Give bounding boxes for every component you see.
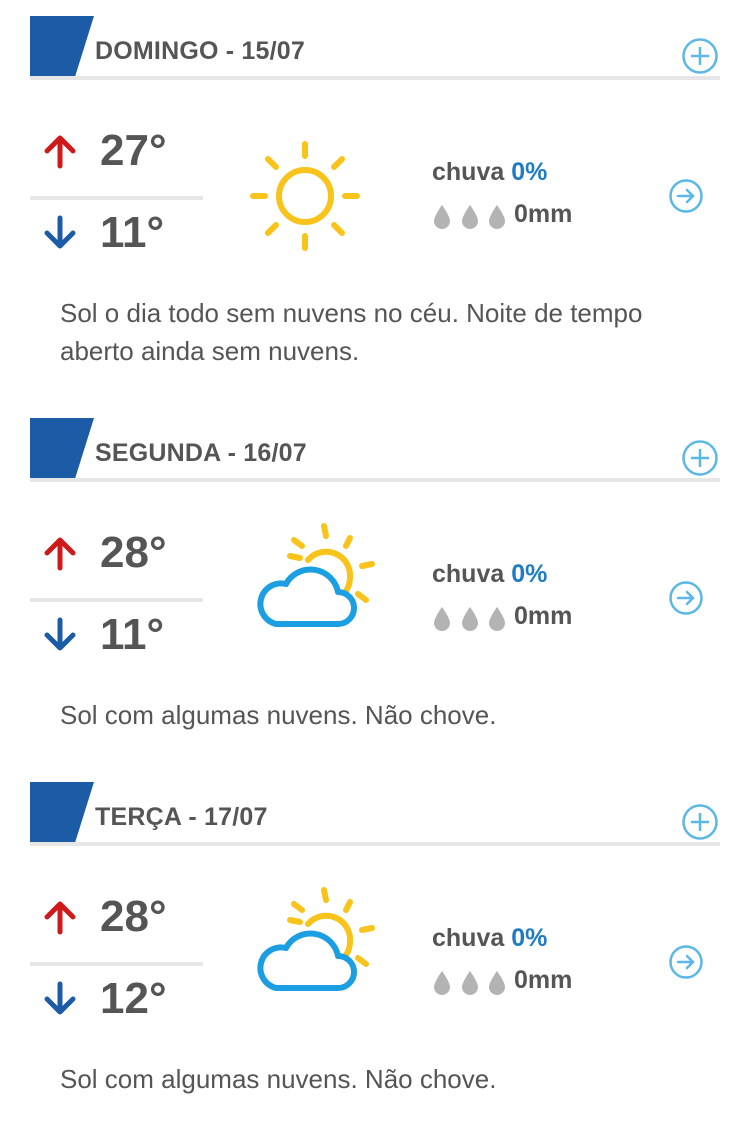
day-header: TERÇA - 17/07: [30, 782, 720, 848]
rain-label: chuva: [432, 158, 505, 186]
arrow-up-icon: [44, 537, 76, 571]
drop-icon: [462, 205, 478, 229]
rain-label-row: chuva 0%: [432, 560, 547, 589]
drop-icon: [434, 971, 450, 995]
rain-info: chuva 0% 0mm: [432, 920, 632, 1010]
drop-icon: [462, 607, 478, 631]
header-divider: [30, 842, 720, 846]
min-temp-value: 11°: [100, 610, 165, 659]
min-temp-row: 12°: [30, 969, 205, 1029]
day-title: DOMINGO - 15/07: [95, 37, 305, 65]
day-title: SEGUNDA - 16/07: [95, 439, 307, 467]
drop-icon: [489, 607, 505, 631]
min-temp-row: 11°: [30, 605, 205, 665]
day-header: SEGUNDA - 16/07: [30, 418, 720, 484]
rain-amount: 0mm: [514, 966, 573, 994]
rain-drops: [432, 970, 512, 996]
rain-amount: 0mm: [514, 200, 573, 228]
arrow-right-circle-icon[interactable]: [667, 579, 705, 617]
header-divider: [30, 76, 720, 80]
rain-drops: [432, 606, 512, 632]
min-temp-value: 12°: [100, 974, 167, 1023]
forecast-day-1: DOMINGO - 15/07 27° 11° chuva 0% 0mm Sol…: [0, 16, 750, 380]
rain-label-row: chuva 0%: [432, 158, 547, 187]
forecast-day-2: SEGUNDA - 16/07 28° 11° chuva 0% 0mm Sol…: [0, 418, 750, 782]
arrow-up-icon: [44, 135, 76, 169]
arrow-down-icon: [44, 617, 76, 651]
forecast-summary: Sol com algumas nuvens. Não chove.: [60, 700, 497, 730]
arrow-right-circle-icon[interactable]: [667, 177, 705, 215]
forecast-summary: Sol com algumas nuvens. Não chove.: [60, 1064, 497, 1094]
day-flag: [30, 418, 94, 482]
rain-info: chuva 0% 0mm: [432, 556, 632, 646]
expand-plus-icon[interactable]: [681, 439, 719, 477]
day-header: DOMINGO - 15/07: [30, 16, 720, 82]
partly-cloudy-icon: [257, 523, 375, 627]
expand-plus-icon[interactable]: [681, 803, 719, 841]
arrow-right-circle-icon[interactable]: [667, 943, 705, 981]
header-divider: [30, 478, 720, 482]
arrow-down-icon: [44, 215, 76, 249]
max-temp-row: 27°: [30, 121, 205, 181]
rain-label: chuva: [432, 924, 505, 952]
temp-divider: [30, 196, 203, 200]
max-temp-value: 28°: [100, 528, 167, 577]
arrow-up-icon: [44, 901, 76, 935]
sun-icon: [250, 141, 360, 251]
rain-info: chuva 0% 0mm: [432, 154, 632, 244]
forecast-summary: Sol o dia todo sem nuvens no céu. Noite …: [60, 298, 643, 366]
temperatures: 28° 12°: [30, 882, 205, 1032]
temp-divider: [30, 962, 203, 966]
rain-drops: [432, 204, 512, 230]
day-flag: [30, 782, 94, 846]
day-flag: [30, 16, 94, 80]
partly-cloudy-icon: [257, 887, 375, 991]
max-temp-value: 27°: [100, 126, 167, 175]
min-temp-value: 11°: [100, 208, 165, 257]
drop-icon: [462, 971, 478, 995]
drop-icon: [489, 971, 505, 995]
rain-amount: 0mm: [514, 602, 573, 630]
day-title: TERÇA - 17/07: [95, 803, 268, 831]
forecast-day-3: TERÇA - 17/07 28° 12° chuva 0% 0mm Sol c…: [0, 782, 750, 1146]
temperatures: 28° 11°: [30, 518, 205, 668]
rain-probability: 0%: [511, 560, 548, 588]
temp-divider: [30, 598, 203, 602]
min-temp-row: 11°: [30, 203, 205, 263]
max-temp-row: 28°: [30, 887, 205, 947]
max-temp-value: 28°: [100, 892, 167, 941]
max-temp-row: 28°: [30, 523, 205, 583]
rain-probability: 0%: [511, 924, 548, 952]
drop-icon: [434, 205, 450, 229]
drop-icon: [489, 205, 505, 229]
rain-label: chuva: [432, 560, 505, 588]
drop-icon: [434, 607, 450, 631]
arrow-down-icon: [44, 981, 76, 1015]
expand-plus-icon[interactable]: [681, 37, 719, 75]
rain-probability: 0%: [511, 158, 548, 186]
temperatures: 27° 11°: [30, 116, 205, 266]
rain-label-row: chuva 0%: [432, 924, 547, 953]
